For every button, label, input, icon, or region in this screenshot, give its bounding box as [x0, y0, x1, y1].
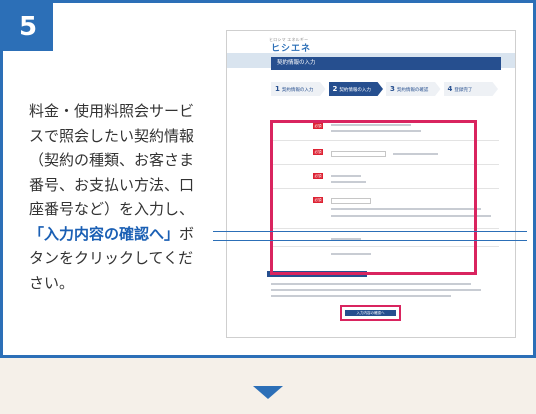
form-footnote — [271, 295, 451, 297]
callout-line-top — [213, 231, 527, 232]
step-description: 料金・使用料照会サービスで照会したい契約情報（契約の種類、お客さま番号、お支払い… — [29, 99, 201, 295]
form-footnote — [271, 289, 481, 291]
form-footnote — [271, 283, 471, 285]
page-title: 契約情報の入力 — [271, 57, 501, 70]
step-number-badge: 5 — [3, 3, 53, 51]
down-arrow-icon — [253, 386, 283, 399]
progress-step-1: 1 契約情報の入力 — [271, 82, 326, 96]
description-text-1: 料金・使用料照会サービスで照会したい契約情報（契約の種類、お客さま番号、お支払い… — [29, 102, 195, 218]
progress-step-2: 2 契約情報の入力 — [328, 82, 383, 96]
form-highlight-frame — [270, 120, 477, 275]
progress-steps: 1 契約情報の入力 2 契約情報の入力 3 契約情報の確認 4 登録完了 — [271, 82, 501, 96]
step-card: 5 料金・使用料照会サービスで照会したい契約情報（契約の種類、お客さま番号、お支… — [0, 0, 536, 358]
progress-step-3: 3 契約情報の確認 — [386, 82, 441, 96]
callout-line-bottom — [213, 240, 527, 241]
confirm-input-button-frame[interactable]: 入力内容の確認へ — [340, 305, 401, 321]
progress-step-4: 4 登録完了 — [443, 82, 498, 96]
confirm-input-button[interactable]: 入力内容の確認へ — [345, 310, 396, 316]
description-highlight: 「入力内容の確認へ」 — [29, 224, 180, 243]
